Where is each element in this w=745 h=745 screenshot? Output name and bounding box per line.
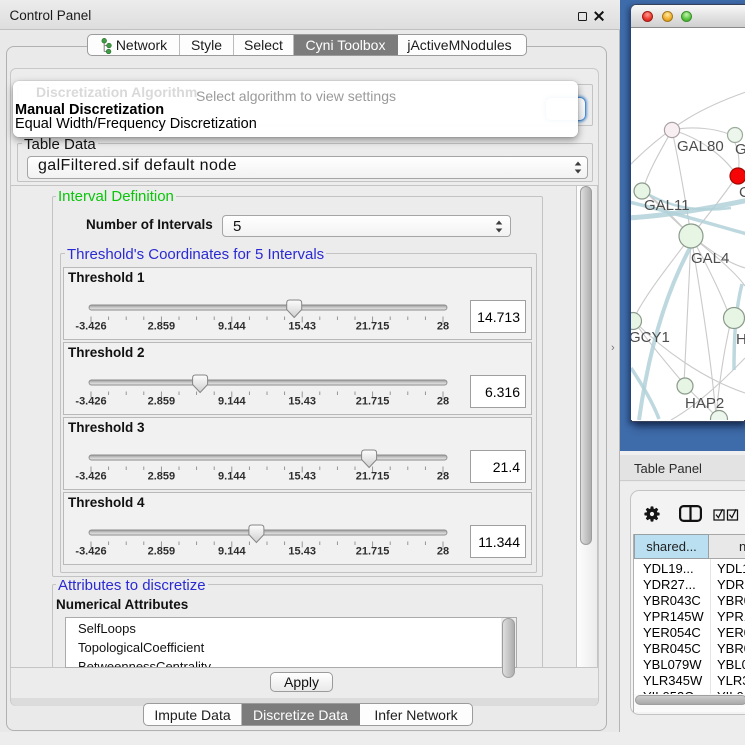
- svg-text:21.715: 21.715: [356, 321, 390, 333]
- svg-text:28: 28: [437, 546, 449, 558]
- svg-text:-3.426: -3.426: [75, 321, 106, 333]
- svg-text:15.43: 15.43: [288, 396, 316, 408]
- svg-text:2.859: 2.859: [148, 546, 176, 558]
- svg-text:2.859: 2.859: [148, 396, 176, 408]
- svg-text:2.859: 2.859: [148, 471, 176, 483]
- svg-text:-3.426: -3.426: [75, 546, 106, 558]
- svg-text:-3.426: -3.426: [75, 396, 106, 408]
- svg-text:9.144: 9.144: [218, 471, 246, 483]
- svg-text:-3.426: -3.426: [75, 471, 106, 483]
- svg-text:2.859: 2.859: [148, 321, 176, 333]
- svg-text:GA: GA: [735, 141, 745, 158]
- svg-text:HAP2: HAP2: [685, 395, 724, 412]
- svg-text:C: C: [739, 184, 745, 201]
- svg-text:15.43: 15.43: [288, 471, 316, 483]
- svg-text:GAL11: GAL11: [644, 197, 690, 214]
- svg-text:GCY1: GCY1: [631, 329, 670, 346]
- svg-text:15.43: 15.43: [288, 321, 316, 333]
- svg-text:H: H: [736, 331, 745, 348]
- svg-text:15.43: 15.43: [288, 546, 316, 558]
- svg-text:28: 28: [437, 396, 449, 408]
- svg-text:21.715: 21.715: [356, 546, 390, 558]
- svg-text:GAL4: GAL4: [691, 250, 729, 267]
- svg-text:9.144: 9.144: [218, 321, 246, 333]
- svg-text:28: 28: [437, 471, 449, 483]
- svg-text:GAL80: GAL80: [677, 138, 724, 155]
- svg-text:9.144: 9.144: [218, 396, 246, 408]
- svg-text:28: 28: [437, 321, 449, 333]
- svg-text:9.144: 9.144: [218, 546, 246, 558]
- svg-text:21.715: 21.715: [356, 396, 390, 408]
- svg-text:21.715: 21.715: [356, 471, 390, 483]
